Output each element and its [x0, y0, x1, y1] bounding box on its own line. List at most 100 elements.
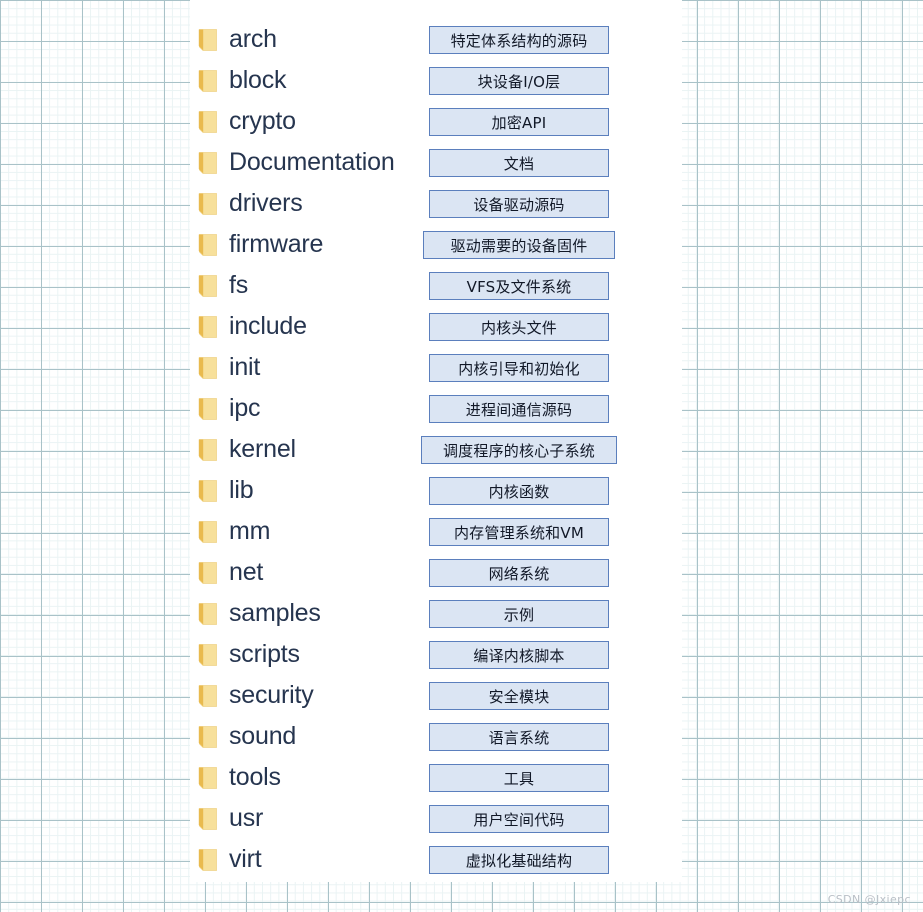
folder-icon	[198, 397, 217, 420]
folder-icon	[198, 315, 217, 338]
directory-name: include	[229, 312, 307, 340]
directory-name: security	[229, 681, 314, 709]
directory-name: init	[229, 353, 261, 381]
table-row: Documentation 文档	[0, 142, 923, 183]
directory-entry-firmware[interactable]: firmware	[198, 224, 323, 265]
folder-icon	[198, 848, 217, 871]
description-box: 工具	[429, 764, 609, 792]
directory-entry-mm[interactable]: mm	[198, 511, 270, 552]
folder-icon	[198, 28, 217, 51]
directory-entry-samples[interactable]: samples	[198, 593, 321, 634]
description-text: 内核引导和初始化	[458, 359, 580, 378]
table-row: init 内核引导和初始化	[0, 347, 923, 388]
directory-entry-usr[interactable]: usr	[198, 798, 263, 839]
description-text: 虚拟化基础结构	[465, 851, 573, 870]
table-row: scripts 编译内核脚本	[0, 634, 923, 675]
description-box: 加密API	[429, 108, 609, 136]
directory-entry-include[interactable]: include	[198, 306, 307, 347]
description-box: 虚拟化基础结构	[429, 846, 609, 874]
table-row: net 网络系统	[0, 552, 923, 593]
description-box: 文档	[429, 149, 609, 177]
table-row: samples 示例	[0, 593, 923, 634]
description-text: 编译内核脚本	[473, 646, 565, 665]
description-text: 网络系统	[488, 564, 550, 583]
description-box: 网络系统	[429, 559, 609, 587]
folder-icon	[198, 233, 217, 256]
directory-name: Documentation	[229, 148, 395, 176]
description-box: 示例	[429, 600, 609, 628]
directory-entry-block[interactable]: block	[198, 60, 287, 101]
description-box: 内存管理系统和VM	[429, 518, 609, 546]
directory-name: virt	[229, 845, 262, 873]
table-row: fs VFS及文件系统	[0, 265, 923, 306]
directory-entry-sound[interactable]: sound	[198, 716, 296, 757]
description-text: 驱动需要的设备固件	[450, 236, 588, 255]
directory-entry-security[interactable]: security	[198, 675, 314, 716]
table-row: crypto 加密API	[0, 101, 923, 142]
table-row: mm 内存管理系统和VM	[0, 511, 923, 552]
directory-entry-scripts[interactable]: scripts	[198, 634, 300, 675]
description-text: 块设备I/O层	[477, 72, 561, 91]
folder-icon	[198, 192, 217, 215]
directory-entry-ipc[interactable]: ipc	[198, 388, 261, 429]
directory-name: kernel	[229, 435, 296, 463]
folder-icon	[198, 725, 217, 748]
directory-name: arch	[229, 25, 277, 53]
directory-entry-tools[interactable]: tools	[198, 757, 281, 798]
table-row: include 内核头文件	[0, 306, 923, 347]
description-box: VFS及文件系统	[429, 272, 609, 300]
directory-entry-kernel[interactable]: kernel	[198, 429, 296, 470]
directory-name: net	[229, 558, 264, 586]
description-text: 调度程序的核心子系统	[442, 441, 595, 460]
folder-icon	[198, 766, 217, 789]
directory-entry-lib[interactable]: lib	[198, 470, 254, 511]
description-text: 文档	[503, 154, 535, 173]
description-text: 工具	[503, 769, 535, 788]
table-row: virt 虚拟化基础结构	[0, 839, 923, 880]
directory-name: drivers	[229, 189, 303, 217]
folder-icon	[198, 69, 217, 92]
directory-name: samples	[229, 599, 321, 627]
directory-entry-drivers[interactable]: drivers	[198, 183, 303, 224]
description-box: 调度程序的核心子系统	[421, 436, 617, 464]
table-row: drivers 设备驱动源码	[0, 183, 923, 224]
directory-entry-crypto[interactable]: crypto	[198, 101, 296, 142]
description-text: 进程间通信源码	[465, 400, 573, 419]
folder-icon	[198, 602, 217, 625]
folder-icon	[198, 643, 217, 666]
description-box: 进程间通信源码	[429, 395, 609, 423]
directory-entry-init[interactable]: init	[198, 347, 260, 388]
directory-name: crypto	[229, 107, 296, 135]
description-text: 内核函数	[488, 482, 550, 501]
table-row: usr 用户空间代码	[0, 798, 923, 839]
directory-name: block	[229, 66, 287, 94]
table-row: sound 语言系统	[0, 716, 923, 757]
diagram-canvas: arch 特定体系结构的源码 block 块设备I/O层 crypto 加密AP…	[0, 0, 923, 912]
description-box: 内核引导和初始化	[429, 354, 609, 382]
description-text: 内存管理系统和VM	[453, 523, 584, 542]
table-row: arch 特定体系结构的源码	[0, 19, 923, 60]
directory-entry-net[interactable]: net	[198, 552, 263, 593]
directory-name: firmware	[229, 230, 324, 258]
directory-name: fs	[229, 271, 249, 299]
description-box: 安全模块	[429, 682, 609, 710]
directory-entry-fs[interactable]: fs	[198, 265, 248, 306]
directory-entry-virt[interactable]: virt	[198, 839, 262, 880]
folder-icon	[198, 438, 217, 461]
folder-icon	[198, 151, 217, 174]
folder-icon	[198, 356, 217, 379]
directory-entry-documentation[interactable]: Documentation	[198, 142, 395, 183]
folder-icon	[198, 684, 217, 707]
table-row: lib 内核函数	[0, 470, 923, 511]
description-text: 加密API	[491, 113, 547, 132]
directory-entry-arch[interactable]: arch	[198, 19, 277, 60]
description-text: 设备驱动源码	[473, 195, 565, 214]
description-text: 特定体系结构的源码	[450, 31, 588, 50]
description-box: 块设备I/O层	[429, 67, 609, 95]
description-box: 特定体系结构的源码	[429, 26, 609, 54]
folder-icon	[198, 561, 217, 584]
description-box: 用户空间代码	[429, 805, 609, 833]
description-text: 语言系统	[488, 728, 550, 747]
table-row: ipc 进程间通信源码	[0, 388, 923, 429]
table-row: firmware 驱动需要的设备固件	[0, 224, 923, 265]
